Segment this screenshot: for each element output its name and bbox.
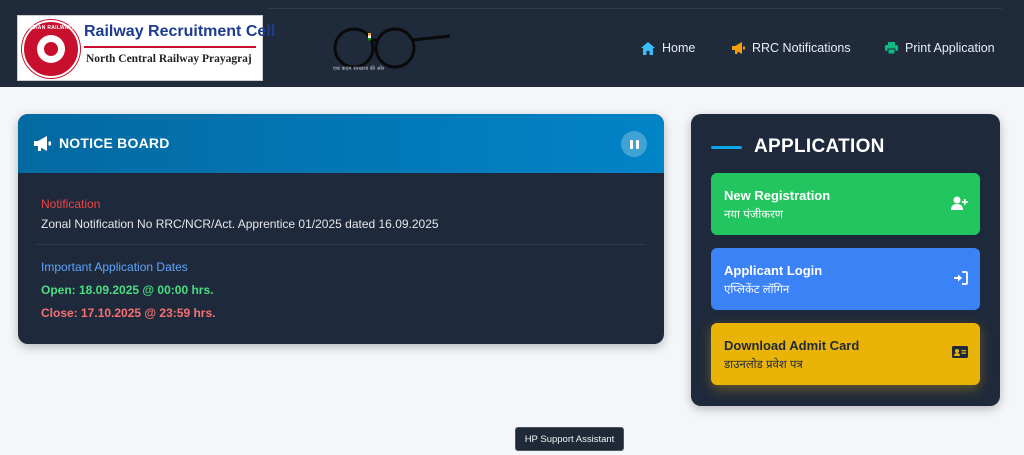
nav-rrc-notifications[interactable]: RRC Notifications [732, 41, 851, 55]
logo-divider [84, 46, 256, 48]
home-icon [641, 41, 655, 55]
nav-print-application[interactable]: Print Application [885, 41, 995, 55]
hp-support-assistant-tooltip: HP Support Assistant [515, 427, 624, 451]
megaphone-icon [732, 42, 745, 54]
header-divider [268, 8, 1002, 9]
notice-board-title: NOTICE BOARD [59, 135, 170, 151]
application-title-rule [711, 146, 742, 149]
pause-icon [629, 139, 633, 149]
close-date: Close: 17.10.2025 @ 23:59 hrs. [41, 306, 216, 320]
logo-title: Railway Recruitment Cell [84, 23, 276, 40]
notification-link[interactable]: Zonal Notification No RRC/NCR/Act. Appre… [41, 217, 439, 231]
notice-board-card: NOTICE BOARD Notification Zonal Notifica… [18, 114, 664, 344]
login-icon [954, 271, 968, 285]
megaphone-icon [34, 136, 51, 151]
pause-button[interactable] [621, 131, 647, 157]
new-registration-sublabel: नया पंजीकरण [724, 209, 784, 221]
new-registration-label: New Registration [724, 188, 831, 203]
applicant-login-label: Applicant Login [724, 263, 823, 278]
applicant-login-button[interactable]: Applicant Login एप्लिकेंट लॉगिन [711, 248, 980, 310]
application-title: APPLICATION [754, 136, 885, 157]
notice-board-header: NOTICE BOARD [18, 114, 664, 173]
add-user-icon [951, 196, 968, 210]
logo-subtitle: North Central Railway Prayagraj [86, 53, 252, 65]
id-card-icon [952, 346, 968, 358]
open-date: Open: 18.09.2025 @ 00:00 hrs. [41, 283, 214, 297]
notice-divider [36, 244, 646, 245]
printer-icon [885, 42, 898, 54]
applicant-login-sublabel: एप्लिकेंट लॉगिन [724, 284, 790, 296]
nav-home[interactable]: Home [641, 41, 695, 55]
download-admit-card-label: Download Admit Card [724, 338, 860, 353]
application-card: APPLICATION New Registration नया पंजीकरण… [691, 114, 1000, 406]
indian-railways-emblem-icon: INDIAN RAILWAYS [22, 20, 80, 78]
new-registration-button[interactable]: New Registration नया पंजीकरण [711, 173, 980, 235]
emblem-text: INDIAN RAILWAYS [26, 25, 76, 31]
download-admit-card-sublabel: डाउनलोड प्रवेश पत्र [724, 359, 803, 371]
notification-label: Notification [41, 197, 101, 211]
nav-rrc-notifications-label: RRC Notifications [752, 41, 851, 55]
important-dates-label: Important Application Dates [41, 260, 188, 274]
nav-home-label: Home [662, 41, 696, 55]
download-admit-card-button[interactable]: Download Admit Card डाउनलोड प्रवेश पत्र [711, 323, 980, 385]
rrc-logo[interactable]: INDIAN RAILWAYS Railway Recruitment Cell… [17, 15, 275, 81]
site-header: INDIAN RAILWAYS Railway Recruitment Cell… [0, 0, 1024, 87]
glasses-caption: एक कदम स्वच्छता की ओर [333, 66, 385, 72]
nav-print-application-label: Print Application [905, 41, 995, 55]
